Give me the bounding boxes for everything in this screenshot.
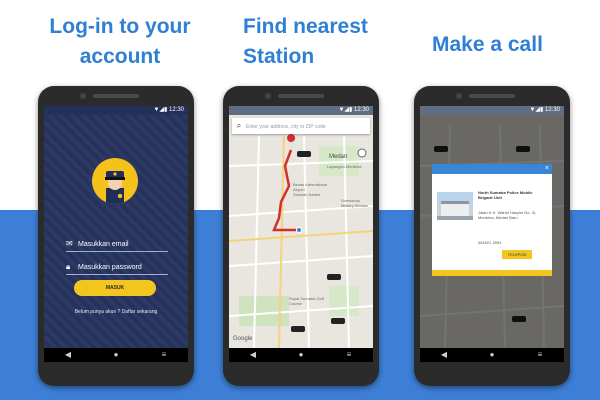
close-icon[interactable]: × bbox=[545, 165, 549, 173]
card-footer bbox=[432, 270, 552, 276]
building-icon bbox=[437, 192, 473, 220]
map-label-lapangan: Lapangan Merdeka bbox=[327, 164, 362, 169]
android-nav-bar: ◀ ● ≡ bbox=[229, 348, 373, 362]
map-label-museum: Sekolah Kartini bbox=[293, 192, 320, 197]
front-camera bbox=[80, 93, 86, 99]
android-nav-bar: ◀ ● ≡ bbox=[420, 348, 564, 362]
caption-make-call: Make a call bbox=[432, 33, 543, 56]
status-time: 12:30 bbox=[168, 107, 184, 113]
login-screen: ▼◢▮ 12:30 ✉ Masukkan email 🔒︎ Masukkan pas… bbox=[44, 106, 188, 362]
signal-icon: ▼◢▮ bbox=[153, 107, 169, 113]
phone-login: ▼◢▮ 12:30 ✉ Masukkan email 🔒︎ Masukkan pas… bbox=[38, 86, 194, 386]
recents-icon[interactable]: ≡ bbox=[530, 348, 550, 362]
signal-icon: ▼◢▮ bbox=[338, 107, 354, 113]
signal-icon: ▼◢▮ bbox=[529, 107, 545, 113]
password-field[interactable]: 🔒︎ Masukkan password bbox=[66, 260, 168, 275]
card-header: × bbox=[432, 164, 552, 174]
email-field[interactable]: ✉ Masukkan email bbox=[66, 237, 168, 252]
call-button[interactable]: TELEPON bbox=[502, 250, 532, 259]
front-camera bbox=[265, 93, 271, 99]
status-bar: ▼◢▮ 12:30 bbox=[420, 106, 564, 115]
speaker-grille bbox=[469, 94, 515, 98]
station-photo bbox=[437, 192, 473, 220]
lock-icon: 🔒︎ bbox=[66, 262, 71, 271]
phone-map: ▼◢▮ 12:30 ⌕ Enter your address, city or Z… bbox=[223, 86, 379, 386]
station-address: Jalan K.H. Wahid Hasyim No. 3I, Merdeka,… bbox=[478, 210, 537, 220]
google-logo: Google bbox=[233, 336, 253, 342]
caption-find-station: Find nearest Station bbox=[243, 15, 368, 68]
speaker-grille bbox=[93, 94, 139, 98]
back-icon[interactable]: ◀ bbox=[243, 348, 263, 362]
map-label-golf: Royal Sumatra Golf Course bbox=[289, 296, 324, 306]
back-icon[interactable]: ◀ bbox=[434, 348, 454, 362]
map-label-airport: Bekas International Airport bbox=[293, 182, 328, 192]
recents-icon[interactable]: ≡ bbox=[339, 348, 359, 362]
status-bar: ▼◢▮ 12:30 bbox=[229, 106, 373, 115]
login-button[interactable]: MASUK bbox=[74, 280, 156, 296]
signup-link[interactable]: Belum punya akun ? Daftar sekarang bbox=[52, 309, 180, 315]
map-label-medan: Medan bbox=[329, 154, 348, 160]
search-icon: ⌕ bbox=[236, 121, 242, 130]
back-icon[interactable]: ◀ bbox=[58, 348, 78, 362]
map-screen: ▼◢▮ 12:30 ⌕ Enter your address, city or Z… bbox=[229, 106, 373, 362]
password-placeholder: Masukkan password bbox=[78, 264, 142, 271]
recents-icon[interactable]: ≡ bbox=[154, 348, 174, 362]
status-time: 12:30 bbox=[544, 107, 560, 113]
address-search-bar[interactable]: ⌕ Enter your address, city or ZIP code bbox=[232, 118, 370, 134]
station-phone: 061821 3993 bbox=[478, 240, 502, 245]
email-placeholder: Masukkan email bbox=[78, 241, 129, 248]
android-nav-bar: ◀ ● ≡ bbox=[44, 348, 188, 362]
status-bar: ▼◢▮ 12:30 bbox=[44, 106, 188, 115]
phone-call: ▼◢▮ 12:30 × North Sumatra Police Mobile … bbox=[414, 86, 570, 386]
station-name: North Sumatra Police Mobile Brigade Unit bbox=[478, 190, 533, 200]
map-canvas[interactable] bbox=[229, 106, 373, 362]
caption-login: Log-in to your account bbox=[49, 15, 191, 68]
home-icon[interactable]: ● bbox=[106, 348, 126, 362]
search-placeholder: Enter your address, city or ZIP code bbox=[246, 124, 326, 130]
mail-icon: ✉ bbox=[66, 239, 73, 248]
home-icon[interactable]: ● bbox=[291, 348, 311, 362]
home-icon[interactable]: ● bbox=[482, 348, 502, 362]
speaker-grille bbox=[278, 94, 324, 98]
police-officer-icon bbox=[105, 171, 125, 204]
call-screen: ▼◢▮ 12:30 × North Sumatra Police Mobile … bbox=[420, 106, 564, 362]
police-avatar bbox=[92, 158, 138, 204]
map-label-military: Soewondo Military Airbase bbox=[341, 198, 369, 208]
front-camera bbox=[456, 93, 462, 99]
my-location-icon bbox=[357, 148, 367, 158]
status-time: 12:30 bbox=[353, 107, 369, 113]
station-card: × North Sumatra Police Mobile Brigade Un… bbox=[432, 164, 552, 276]
